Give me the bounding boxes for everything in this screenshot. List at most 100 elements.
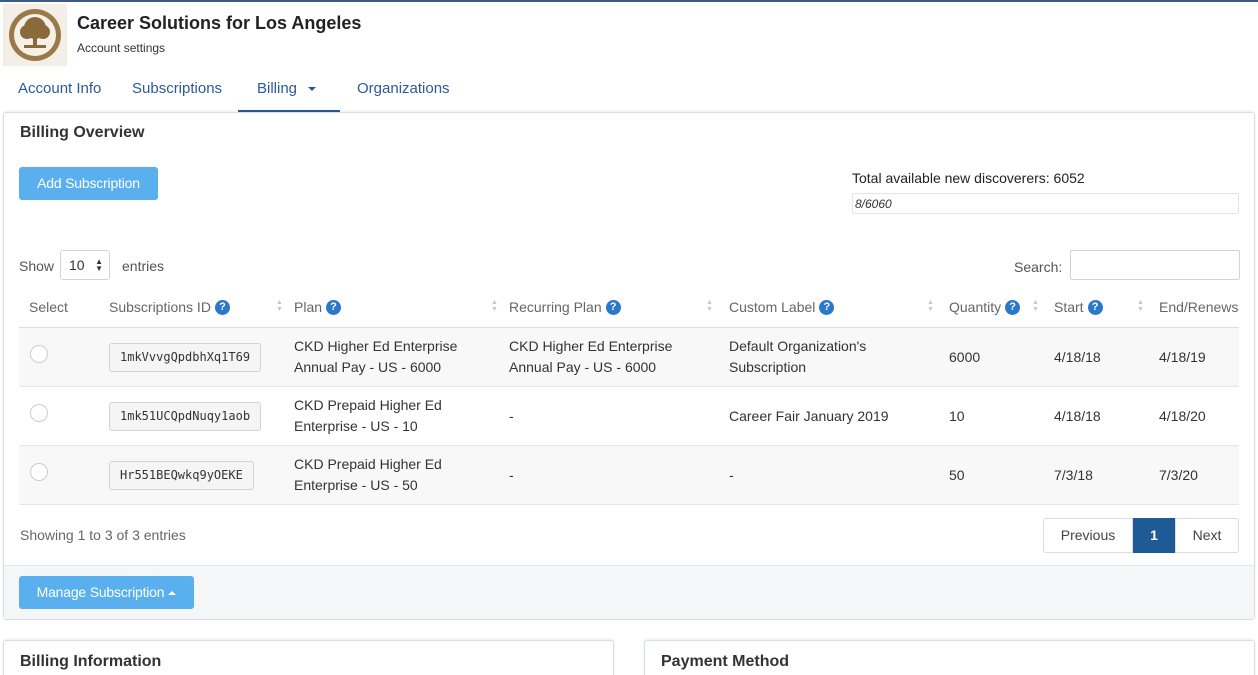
discoverers-progress-bar: 8/6060	[852, 193, 1239, 214]
table-row: 1mkVvvgQpdbhXq1T69 CKD Higher Ed Enterpr…	[19, 328, 1239, 387]
tree-logo-icon	[3, 4, 67, 66]
column-header-quantity[interactable]: Quantity?	[949, 299, 1021, 315]
plan-cell: CKD Prepaid Higher Ed Enterprise - US - …	[294, 395, 442, 437]
sort-arrows-icon[interactable]: ▲ ▼	[1032, 299, 1040, 313]
add-subscription-button[interactable]: Add Subscription	[19, 167, 158, 200]
manage-subscription-button[interactable]: Manage Subscription	[19, 576, 194, 609]
search-input[interactable]	[1070, 250, 1240, 280]
progress-text: 8/6060	[855, 197, 892, 211]
column-header-label: End/Renews	[1159, 299, 1239, 315]
plan-line: CKD Prepaid Higher Ed	[294, 397, 442, 413]
panel-title: Billing Overview	[20, 124, 145, 141]
column-header-label: Plan	[294, 299, 323, 315]
custom-label-cell: Career Fair January 2019	[729, 408, 889, 424]
sort-arrows-icon[interactable]: ▲ ▼	[706, 299, 714, 313]
sort-arrows-icon[interactable]: ▲ ▼	[927, 299, 935, 313]
start-cell: 4/18/18	[1054, 349, 1101, 365]
entries-select-value: 10	[69, 257, 85, 273]
end-cell: 4/18/20	[1159, 408, 1206, 424]
plan-line: Enterprise - US - 10	[294, 418, 418, 434]
table-row: 1mk51UCQpdNuqy1aob CKD Prepaid Higher Ed…	[19, 387, 1239, 446]
custom-label-cell: -	[729, 467, 734, 483]
page-subtitle: Account settings	[77, 41, 166, 55]
question-circle-icon[interactable]: ?	[326, 299, 342, 315]
column-header-label: Subscriptions ID	[109, 299, 211, 315]
column-header-recurring-plan[interactable]: Recurring Plan?	[509, 299, 621, 315]
question-circle-icon[interactable]: ?	[1005, 299, 1021, 315]
subscription-id-field[interactable]: Hr551BEQwkq9yOEKE	[109, 461, 254, 490]
tab-subscriptions[interactable]: Subscriptions	[132, 68, 222, 112]
select-radio[interactable]	[30, 463, 48, 481]
custom-label-line: Default Organization's	[729, 338, 867, 354]
chevron-down-icon	[308, 87, 317, 92]
plan-line: Enterprise - US - 50	[294, 477, 418, 493]
entries-label: entries	[122, 258, 165, 274]
question-circle-icon[interactable]: ?	[1087, 299, 1103, 315]
tab-billing-label: Billing	[257, 80, 298, 97]
billing-overview-panel: Billing Overview Add Subscription Total …	[3, 112, 1255, 620]
panel-title: Payment Method	[661, 653, 790, 670]
org-name: Career Solutions for Los Angeles	[77, 13, 362, 33]
end-cell: 7/3/20	[1159, 467, 1198, 483]
previous-page-button[interactable]: Previous	[1043, 518, 1133, 553]
app-header: Career Solutions for Los Angeles Account…	[0, 2, 1258, 68]
question-circle-icon[interactable]: ?	[214, 299, 230, 315]
recurring-plan-line: Annual Pay - US - 6000	[509, 359, 657, 375]
chevron-up-icon	[168, 591, 177, 596]
column-header-end-renews[interactable]: End/Renews	[1159, 299, 1238, 315]
page-1-button[interactable]: 1	[1133, 518, 1175, 553]
panel-title: Billing Information	[20, 653, 162, 670]
tab-organizations[interactable]: Organizations	[357, 68, 450, 112]
column-header-plan[interactable]: Plan?	[294, 299, 342, 315]
start-cell: 7/3/18	[1054, 467, 1093, 483]
tab-billing[interactable]: Billing	[238, 68, 340, 112]
recurring-plan-cell: -	[509, 408, 514, 424]
column-header-subscription-id[interactable]: Subscriptions ID?	[109, 299, 230, 315]
question-circle-icon[interactable]: ?	[605, 299, 621, 315]
search-label: Search:	[1014, 259, 1063, 275]
select-radio[interactable]	[30, 404, 48, 422]
quantity-cell: 6000	[949, 349, 981, 365]
payment-method-panel: Payment Method	[644, 640, 1255, 675]
start-cell: 4/18/18	[1054, 408, 1101, 424]
entries-select[interactable]: 10 ▲ ▼	[60, 250, 110, 280]
sort-arrows-icon[interactable]: ▲ ▼	[276, 299, 284, 313]
table-info: Showing 1 to 3 of 3 entries	[20, 527, 186, 543]
column-header-select: Select	[29, 299, 68, 315]
recurring-plan-cell: -	[509, 467, 514, 483]
sort-arrows-icon[interactable]: ▲ ▼	[1137, 299, 1145, 313]
manage-subscription-label: Manage Subscription	[36, 584, 165, 600]
plan-line: Annual Pay - US - 6000	[294, 359, 442, 375]
column-header-label: Start	[1054, 299, 1084, 315]
column-header-custom-label[interactable]: Custom Label?	[729, 299, 835, 315]
panel-footer: Manage Subscription	[4, 565, 1254, 619]
plan-cell: CKD Prepaid Higher Ed Enterprise - US - …	[294, 454, 442, 496]
plan-line: CKD Prepaid Higher Ed	[294, 456, 442, 472]
subscription-id-field[interactable]: 1mkVvvgQpdbhXq1T69	[109, 343, 262, 372]
column-header-label: Custom Label	[729, 299, 816, 315]
custom-label-line: Subscription	[729, 359, 807, 375]
recurring-plan-cell: CKD Higher Ed Enterprise Annual Pay - US…	[509, 336, 672, 378]
table-row: Hr551BEQwkq9yOEKE CKD Prepaid Higher Ed …	[19, 446, 1239, 505]
pagination: Previous 1 Next	[1043, 518, 1239, 553]
tab-account-info[interactable]: Account Info	[18, 68, 101, 112]
quantity-cell: 50	[949, 467, 965, 483]
column-header-label: Recurring Plan	[509, 299, 602, 315]
subscription-id-field[interactable]: 1mk51UCQpdNuqy1aob	[109, 402, 262, 431]
plan-cell: CKD Higher Ed Enterprise Annual Pay - US…	[294, 336, 457, 378]
show-label: Show	[19, 258, 55, 274]
total-discoverers: Total available new discoverers: 6052	[852, 170, 1085, 186]
custom-label-cell: Default Organization's Subscription	[729, 336, 866, 378]
next-page-button[interactable]: Next	[1175, 518, 1239, 553]
question-circle-icon[interactable]: ?	[819, 299, 835, 315]
quantity-cell: 10	[949, 408, 965, 424]
column-header-label: Select	[29, 299, 68, 315]
settings-tabs: Account Info Subscriptions Billing Organ…	[0, 68, 1258, 112]
column-header-start[interactable]: Start?	[1054, 299, 1103, 315]
select-radio[interactable]	[30, 345, 48, 363]
recurring-plan-line: CKD Higher Ed Enterprise	[509, 338, 673, 354]
column-header-label: Quantity	[949, 299, 1002, 315]
sort-arrows-icon[interactable]: ▲ ▼	[491, 299, 499, 313]
select-arrows-icon: ▲ ▼	[95, 257, 103, 273]
plan-line: CKD Higher Ed Enterprise	[294, 338, 458, 354]
